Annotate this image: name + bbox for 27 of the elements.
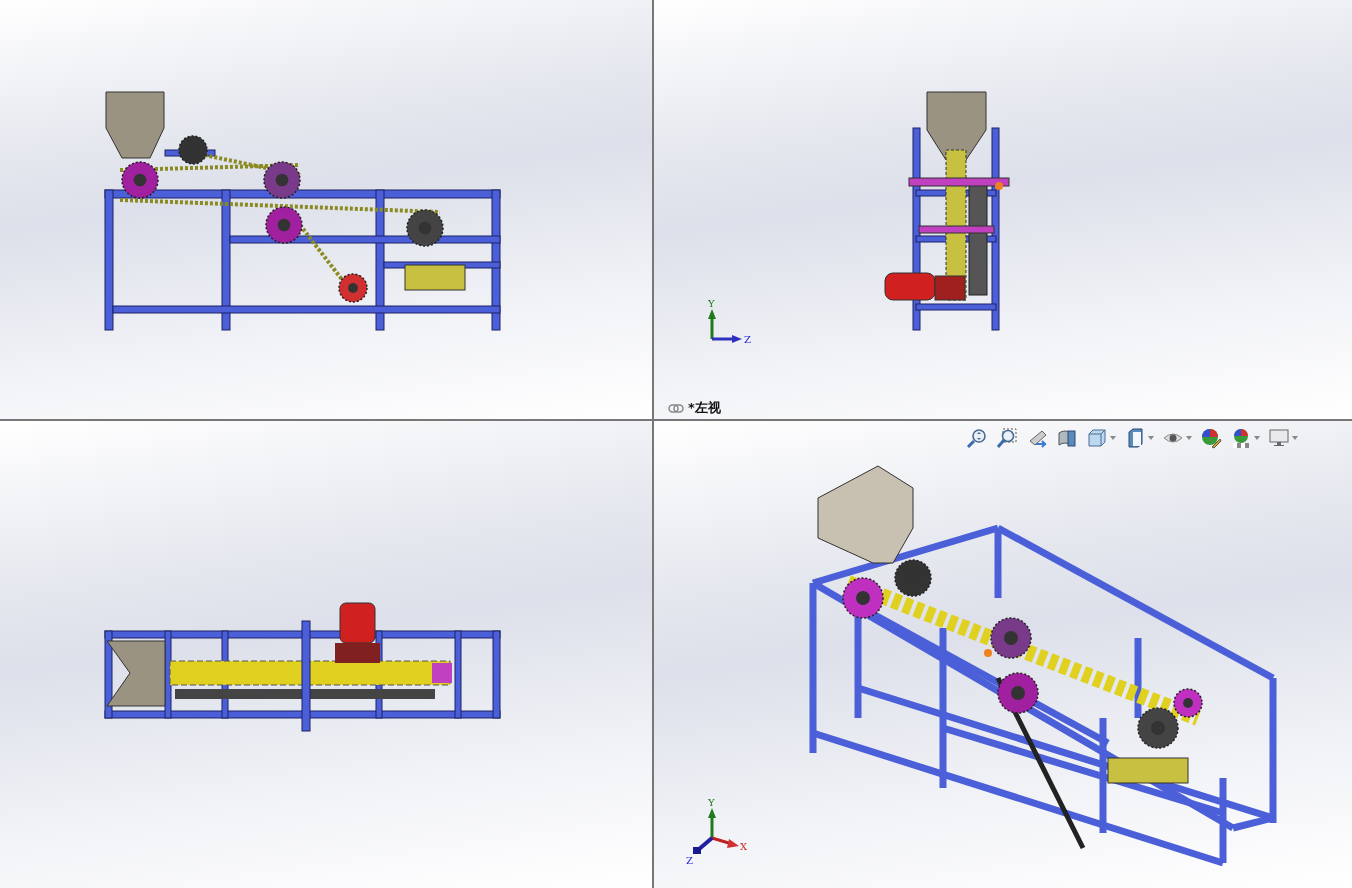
view-name: *左视 [688, 399, 721, 417]
caret-icon [1292, 436, 1298, 440]
zoom-area-icon [996, 427, 1018, 449]
color-ball-pencil-icon [1200, 427, 1222, 449]
toolbar-button[interactable] [994, 427, 1020, 449]
axis-arrows-icon [693, 808, 739, 854]
axis-arrows-icon [708, 309, 742, 343]
axis-label: Y [708, 798, 715, 808]
axis-label: Z [686, 855, 693, 866]
caret-icon [1148, 436, 1154, 440]
monitor-icon [1268, 427, 1290, 449]
caret-icon [1186, 436, 1192, 440]
section-view-icon [1056, 427, 1078, 449]
viewport[interactable] [0, 0, 654, 421]
axis-label: X [740, 841, 748, 852]
chain-link-icon [668, 403, 684, 413]
cube-icon [1086, 427, 1108, 449]
viewport[interactable] [0, 421, 654, 888]
caret-icon [1110, 436, 1116, 440]
toolbar-button[interactable] [1266, 427, 1300, 449]
color-ball-floor-icon [1230, 427, 1252, 449]
axis-label: Z [744, 334, 751, 345]
zoom-to-fit-icon [966, 427, 988, 449]
axis-label: Y [708, 299, 715, 309]
viewport[interactable]: Y X Z [654, 421, 1352, 888]
viewport[interactable]: Y Z *左视 [654, 0, 1352, 421]
caret-icon [1254, 436, 1260, 440]
